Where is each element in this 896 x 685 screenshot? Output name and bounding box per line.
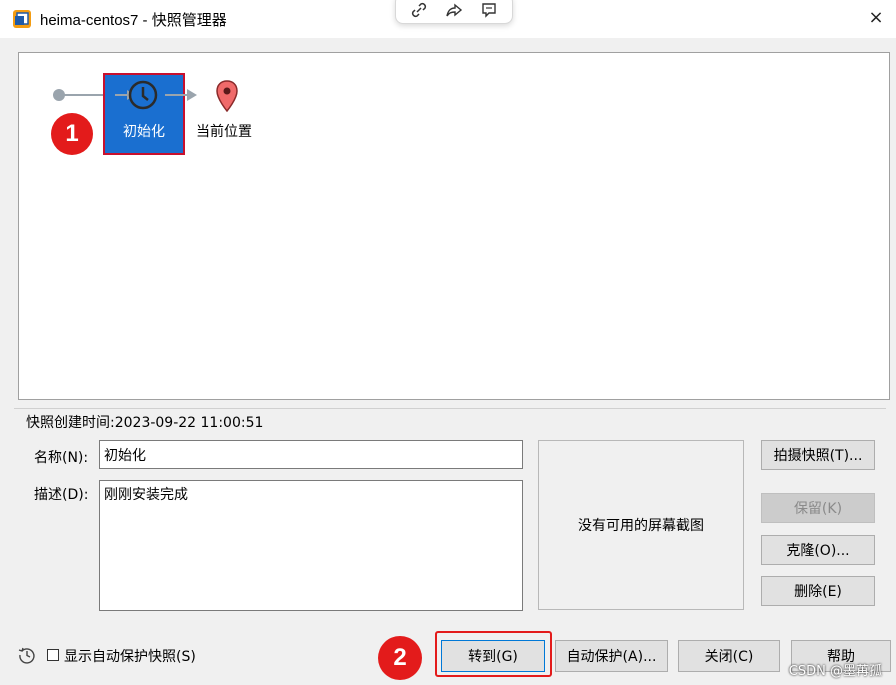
arrow-right-icon: [187, 89, 197, 101]
close-icon[interactable]: ×: [866, 6, 886, 30]
goto-button[interactable]: 转到(G): [441, 640, 545, 672]
snapshot-highlight-outline: [103, 73, 185, 155]
close-button[interactable]: 关闭(C): [678, 640, 780, 672]
autoprotect-button[interactable]: 自动保护(A)...: [555, 640, 668, 672]
annotation-badge-1: 1: [51, 113, 93, 155]
no-screenshot-text: 没有可用的屏幕截图: [578, 518, 704, 534]
floating-toolbar: [395, 0, 513, 24]
show-autoprotect-checkbox[interactable]: [47, 649, 59, 661]
snapshot-tree[interactable]: 初始化 当前位置 1: [18, 52, 890, 400]
location-pin-icon: [216, 80, 238, 113]
current-position-label: 当前位置: [196, 124, 252, 140]
comment-icon[interactable]: [480, 1, 498, 19]
name-label: 名称(N):: [34, 450, 89, 466]
name-field[interactable]: [99, 440, 523, 469]
delete-button[interactable]: 删除(E): [761, 576, 875, 606]
share-icon[interactable]: [445, 1, 463, 19]
screenshot-preview: 没有可用的屏幕截图: [538, 440, 744, 610]
snapshot-created-time: 快照创建时间:2023-09-22 11:00:51: [26, 412, 268, 432]
annotation-badge-2: 2: [378, 636, 422, 680]
clone-button[interactable]: 克隆(O)...: [761, 535, 875, 565]
take-snapshot-button[interactable]: 拍摄快照(T)...: [761, 440, 875, 470]
window-title: heima-centos7 - 快照管理器: [40, 12, 227, 29]
timeline-connector: [63, 94, 103, 96]
snapshot-manager-window: heima-centos7 - 快照管理器 × 初始化 当前位置 1 快照创建时…: [0, 0, 896, 685]
description-label: 描述(D):: [34, 487, 89, 503]
history-clock-icon: [18, 647, 35, 664]
link-icon[interactable]: [410, 1, 428, 19]
csdn-watermark: CSDN @墨苒孤: [788, 664, 882, 679]
description-field[interactable]: 刚刚安装完成: [99, 480, 523, 611]
vmware-app-icon: [13, 10, 31, 28]
keep-button[interactable]: 保留(K): [761, 493, 875, 523]
timeline-connector: [165, 94, 189, 96]
show-autoprotect-label: 显示自动保护快照(S): [64, 649, 196, 665]
